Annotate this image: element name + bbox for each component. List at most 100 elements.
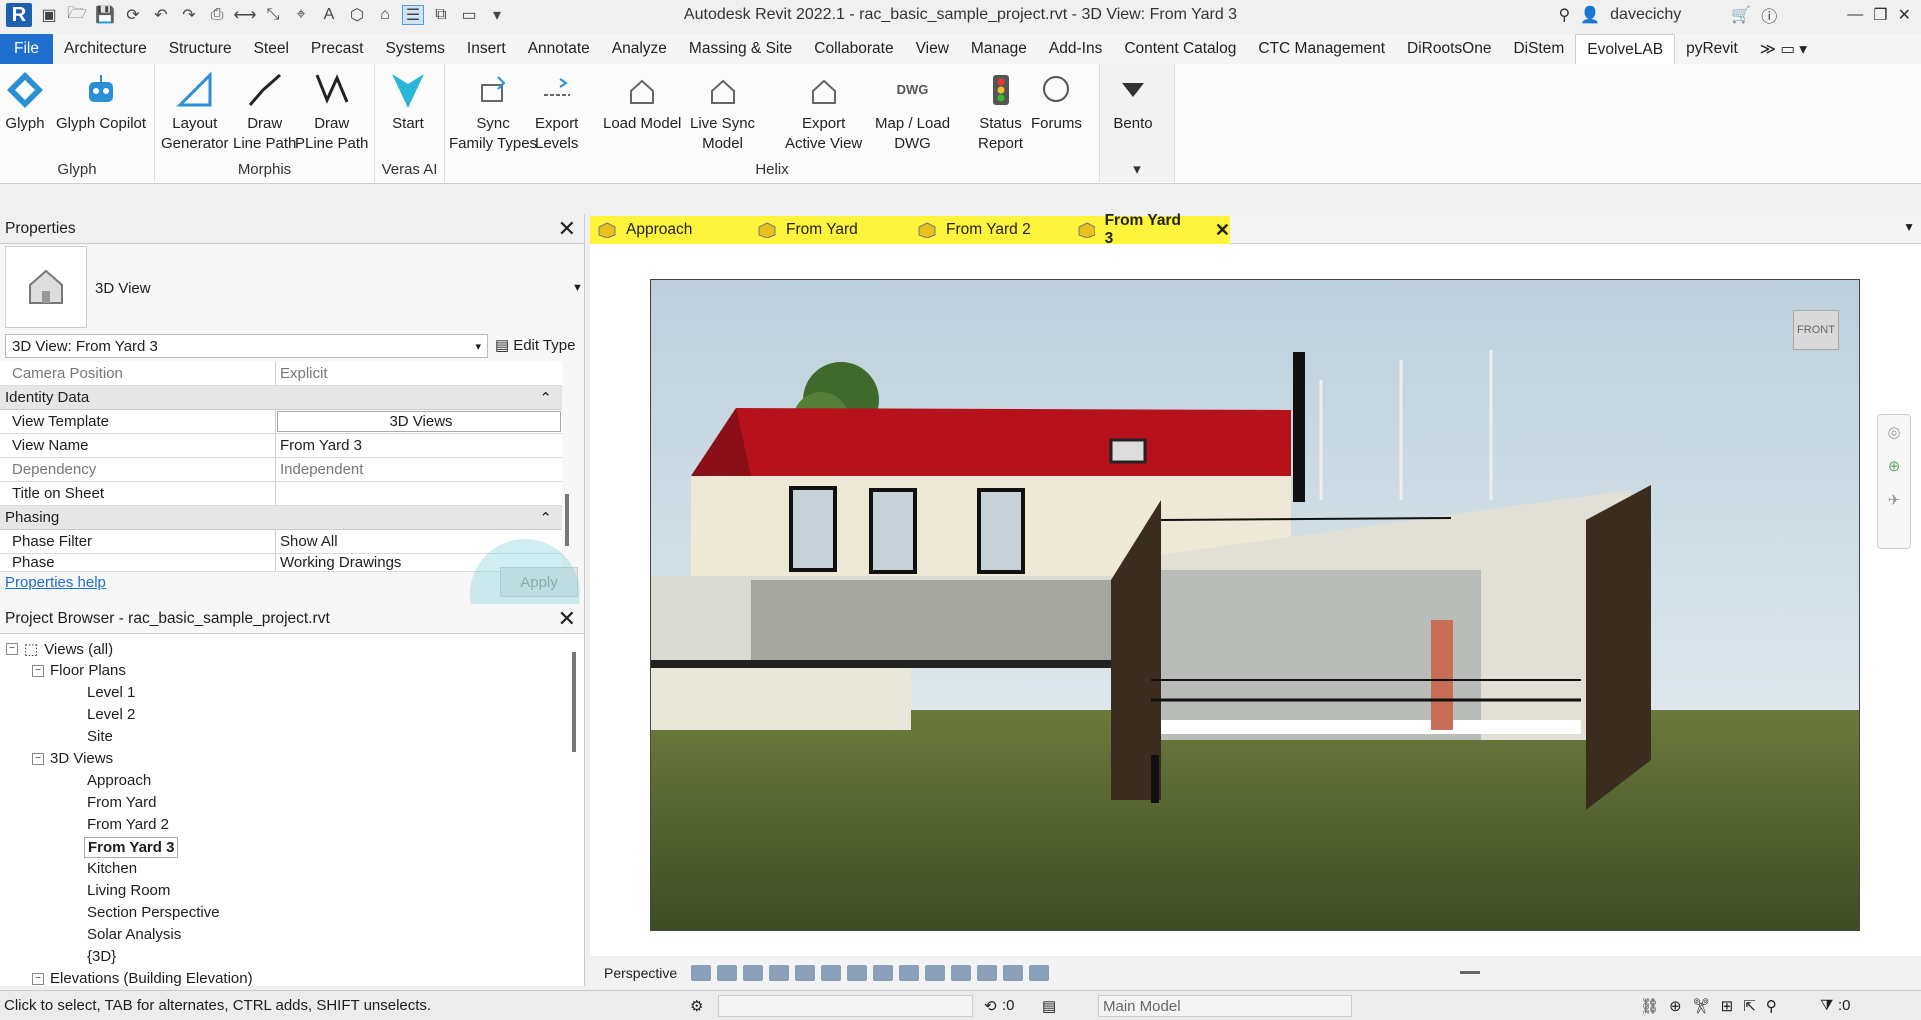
veras-start-button[interactable]: Start (387, 68, 429, 134)
steering-wheel-icon[interactable]: ◎ (1878, 415, 1910, 449)
close-tab-icon[interactable]: ✕ (1215, 220, 1230, 241)
tab-systems[interactable]: Systems (374, 34, 455, 64)
tree-item[interactable]: Section Perspective (87, 904, 220, 921)
section-identity-data[interactable]: Identity Data ⌃ (0, 386, 562, 410)
more-tabs-icon[interactable]: ≫ ▭ ▾ (1749, 34, 1818, 64)
section-icon[interactable]: ⌂ (374, 5, 396, 25)
tabs-dropdown-icon[interactable]: ▼ (1903, 220, 1915, 234)
type-selector-dropdown-icon[interactable]: ▼ (572, 282, 583, 294)
collapse-icon[interactable]: − (6, 643, 18, 655)
view-tab-from-yard[interactable]: From Yard (750, 216, 910, 244)
property-value[interactable]: From Yard 3 (276, 434, 562, 457)
tree-root[interactable]: − ⬚ Views (all) (6, 640, 113, 658)
tab-annotate[interactable]: Annotate (517, 34, 601, 64)
3d-render-view[interactable]: FRONT (650, 279, 1860, 931)
lock-view-icon[interactable] (873, 965, 894, 981)
dimension-icon[interactable]: ⤡ (262, 5, 284, 25)
tab-content-catalog[interactable]: Content Catalog (1113, 34, 1247, 64)
revit-logo-icon[interactable]: R (6, 3, 32, 27)
print-icon[interactable]: ⎙ (206, 5, 228, 25)
tag-icon[interactable]: ⌖ (290, 5, 312, 25)
tab-file[interactable]: File (0, 34, 53, 64)
tree-item[interactable]: Level 1 (87, 684, 135, 701)
hide-isolate-icon[interactable] (899, 965, 920, 981)
shadows-icon[interactable] (769, 965, 790, 981)
tree-item[interactable]: {3D} (87, 948, 116, 965)
browser-close-button[interactable]: ✕ (558, 607, 576, 629)
show-crop-icon[interactable] (847, 965, 868, 981)
worksets-icon[interactable]: ⚙ (690, 997, 703, 1015)
browser-scrollbar[interactable] (572, 652, 576, 752)
tab-pyrevit[interactable]: pyRevit (1675, 34, 1749, 64)
tree-floor-plans[interactable]: − Floor Plans (32, 662, 126, 679)
visual-style-icon[interactable] (717, 965, 738, 981)
property-value[interactable] (276, 482, 562, 505)
properties-scrollbar[interactable] (565, 494, 569, 546)
glyph-copilot-button[interactable]: Glyph Copilot (56, 68, 146, 134)
detail-level-icon[interactable] (691, 965, 712, 981)
filter-icon[interactable]: ⧩ (1820, 997, 1833, 1014)
constraints-icon[interactable] (1029, 965, 1050, 981)
close-hidden-icon[interactable]: ⧉ (430, 5, 452, 25)
tab-manage[interactable]: Manage (960, 34, 1038, 64)
tree-item[interactable]: Solar Analysis (87, 926, 181, 943)
save-icon[interactable]: 💾 (94, 5, 116, 25)
user-icon[interactable]: 👤 (1580, 5, 1600, 25)
restore-button[interactable]: ❐ (1873, 5, 1887, 25)
forums-button[interactable]: Forums (1031, 68, 1082, 134)
tab-steel[interactable]: Steel (243, 34, 300, 64)
layout-generator-button[interactable]: Layout Generator (161, 68, 229, 154)
home-icon[interactable]: ▣ (38, 5, 60, 25)
tab-precast[interactable]: Precast (300, 34, 375, 64)
view-tab-approach[interactable]: Approach (590, 216, 750, 244)
sun-path-icon[interactable] (743, 965, 764, 981)
customize-qat-icon[interactable]: ▾ (486, 5, 508, 25)
tree-item[interactable]: From Yard (87, 794, 156, 811)
tab-add-ins[interactable]: Add-Ins (1038, 34, 1113, 64)
drawing-area[interactable]: FRONT ◎ ⊕ ✈ (590, 244, 1921, 956)
tab-massing-site[interactable]: Massing & Site (678, 34, 803, 64)
viewcube[interactable]: FRONT (1793, 310, 1839, 350)
tab-distem[interactable]: DiStem (1502, 34, 1575, 64)
temporary-properties-icon[interactable] (951, 965, 972, 981)
tab-structure[interactable]: Structure (158, 34, 243, 64)
collapse-icon[interactable]: − (32, 972, 44, 985)
highlight-displacement-icon[interactable] (1003, 965, 1024, 981)
tab-ctc-management[interactable]: CTC Management (1247, 34, 1396, 64)
sync-family-types-button[interactable]: Sync Family Types (449, 68, 537, 154)
collapse-icon[interactable]: − (32, 664, 44, 677)
edit-type-button[interactable]: ▤ Edit Type (495, 336, 575, 355)
cart-icon[interactable]: 🛒 (1731, 5, 1751, 25)
measure-icon[interactable]: ⟷ (234, 5, 257, 25)
tab-dirootsone[interactable]: DiRootsOne (1396, 34, 1502, 64)
open-icon[interactable]: 🗁 (66, 5, 88, 25)
live-sync-model-button[interactable]: Live Sync Model (690, 68, 755, 154)
tab-collaborate[interactable]: Collaborate (803, 34, 904, 64)
export-levels-button[interactable]: Export Levels (535, 68, 578, 154)
tree-item[interactable]: Level 2 (87, 706, 135, 723)
tree-elevations[interactable]: − Elevations (Building Elevation) (32, 970, 253, 987)
view-tab-from-yard-2[interactable]: From Yard 2 (910, 216, 1070, 244)
editable-only-icon[interactable]: ⟲ (984, 997, 997, 1015)
render-icon[interactable] (795, 965, 816, 981)
draw-line-path-button[interactable]: Draw Line Path (233, 68, 296, 154)
tree-item[interactable]: From Yard 2 (87, 816, 169, 833)
tree-item[interactable]: Approach (87, 772, 151, 789)
selection-toggle-icons[interactable]: ⛓⊕✂⊞⇱⚲ (1640, 997, 1787, 1015)
tree-item[interactable]: Site (87, 728, 113, 745)
redo-icon[interactable]: ↷ (178, 5, 200, 25)
tab-insert[interactable]: Insert (456, 34, 517, 64)
section-phasing[interactable]: Phasing ⌃ (0, 506, 562, 530)
close-window-button[interactable]: ✕ (1898, 5, 1911, 25)
undo-icon[interactable]: ↶ (150, 5, 172, 25)
user-name[interactable]: davecichy (1610, 6, 1681, 24)
properties-help-link[interactable]: Properties help (5, 574, 106, 591)
tab-architecture[interactable]: Architecture (53, 34, 158, 64)
tree-3d-views[interactable]: −3D Views (32, 750, 113, 767)
active-workset-dropdown[interactable] (718, 995, 973, 1017)
view-template-button[interactable]: 3D Views (277, 411, 561, 432)
minimize-button[interactable]: — (1847, 6, 1863, 24)
tree-item[interactable]: Kitchen (87, 860, 137, 877)
tree-item-selected[interactable]: From Yard 3 (84, 837, 179, 858)
design-options-icon[interactable]: ▤ (1042, 997, 1056, 1015)
